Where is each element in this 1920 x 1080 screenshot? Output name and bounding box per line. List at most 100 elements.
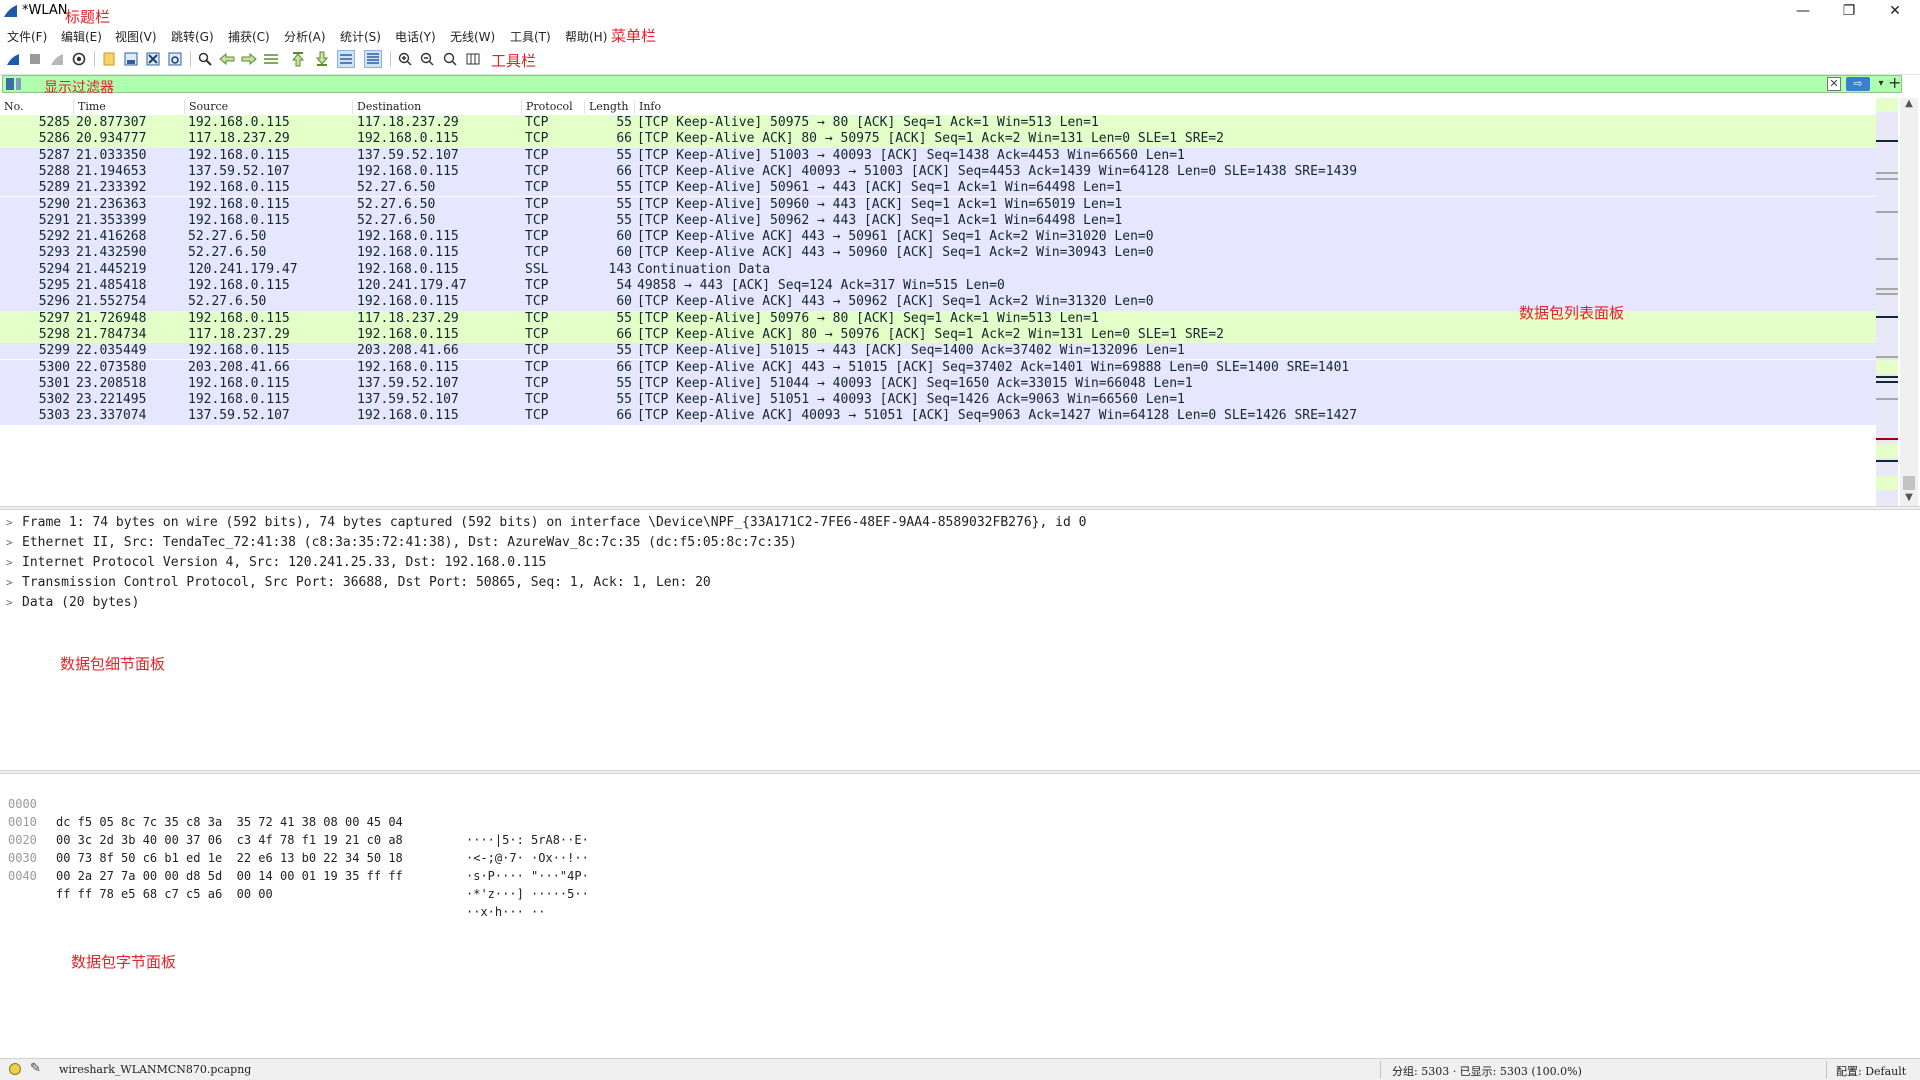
filter-history-dropdown[interactable]: ▾ [1873, 77, 1889, 91]
packet-row[interactable]: 5300 22.073580 203.208.41.66 192.168.0.115 T… [0, 359, 1876, 376]
packet-row[interactable]: 5302 23.221495 192.168.0.115 137.59.52.107 T… [0, 392, 1876, 409]
colorize-icon[interactable] [364, 50, 382, 68]
hex-bytes[interactable]: ff ff 78 e5 68 c7 c5 a6 00 00 [56, 885, 273, 903]
packet-row[interactable]: 5292 21.416268 52.27.6.50 192.168.0.115 TCP 6… [0, 229, 1876, 246]
menu-help[interactable]: 帮助(H) [565, 28, 607, 45]
zoom-out-icon[interactable] [418, 50, 436, 68]
menu-file[interactable]: 文件(F) [7, 28, 47, 45]
save-file-icon[interactable] [122, 50, 140, 68]
hex-dump-row[interactable]: 0000 dc f5 05 8c 7c 35 c8 3a 35 72 41 38… [8, 777, 589, 847]
hex-bytes[interactable]: 00 73 8f 50 c6 b1 ed 1e 22 e6 13 b0 22 3… [56, 849, 403, 867]
detail-tree-item[interactable]: > Ethernet II, Src: TendaTec_72:41:38 (c8… [6, 533, 797, 553]
resize-columns-icon[interactable] [464, 50, 482, 68]
packet-row[interactable]: 5288 21.194653 137.59.52.107 192.168.0.115 T… [0, 163, 1876, 181]
packet-row[interactable]: 5294 21.445219 120.241.179.47 192.168.0.115… [0, 261, 1876, 278]
reload-file-icon[interactable] [166, 50, 184, 68]
hex-dump-row[interactable]: 0030 00 2a 27 7a 00 00 d8 5d 00 14 00 01… [8, 831, 589, 901]
expand-chevron-icon[interactable]: > [6, 593, 22, 613]
expert-info-icon[interactable] [9, 1063, 21, 1075]
column-header-info[interactable]: Info [634, 100, 1874, 114]
menu-tools[interactable]: 工具(T) [510, 28, 551, 45]
menu-wireless[interactable]: 无线(W) [450, 28, 495, 45]
maximize-button[interactable]: ❐ [1826, 0, 1872, 24]
scroll-down-icon[interactable]: ▼ [1900, 492, 1918, 506]
clear-filter-icon[interactable]: ✕ [1827, 77, 1841, 91]
pane-splitter[interactable] [0, 770, 1920, 774]
add-filter-button[interactable]: + [1888, 73, 1901, 92]
pane-splitter[interactable] [0, 506, 1920, 510]
ascii-bytes[interactable]: ··x·h··· ·· [466, 903, 545, 921]
packet-list-scrollbar[interactable]: ▲ ▼ [1900, 98, 1918, 506]
expand-chevron-icon[interactable]: > [6, 513, 22, 533]
open-file-icon[interactable] [100, 50, 118, 68]
go-to-packet-icon[interactable] [262, 50, 280, 68]
packet-row[interactable]: 5293 21.432590 52.27.6.50 192.168.0.115 TCP 6… [0, 245, 1876, 262]
packet-no: 5301 [38, 375, 70, 391]
packet-row[interactable]: 5298 21.784734 117.18.237.29 192.168.0.115 T… [0, 326, 1876, 344]
packet-row[interactable]: 5301 23.208518 192.168.0.115 137.59.52.107 T… [0, 375, 1876, 393]
detail-tree-item[interactable]: > Internet Protocol Version 4, Src: 120.2… [6, 553, 546, 573]
find-packet-icon[interactable] [196, 50, 214, 68]
zoom-in-icon[interactable] [396, 50, 414, 68]
go-forward-icon[interactable] [240, 50, 258, 68]
column-header-length[interactable]: Length [584, 100, 634, 114]
minimize-button[interactable]: — [1780, 0, 1826, 24]
packet-row[interactable]: 5286 20.934777 117.18.237.29 192.168.0.115 T… [0, 131, 1876, 148]
zoom-normal-icon[interactable] [441, 50, 459, 68]
ascii-bytes[interactable]: ·*'z···] ·····5·· [466, 885, 589, 903]
scroll-thumb[interactable] [1903, 476, 1915, 490]
packet-minimap[interactable] [1876, 98, 1898, 506]
ascii-bytes[interactable]: ·s·P···· "···"4P· [466, 867, 589, 885]
column-header-protocol[interactable]: Protocol [521, 100, 584, 114]
expand-chevron-icon[interactable]: > [6, 553, 22, 573]
shark-fin-start-icon[interactable] [4, 50, 22, 68]
auto-scroll-icon[interactable] [337, 50, 355, 68]
status-profile[interactable]: 配置: Default [1836, 1063, 1906, 1079]
expand-chevron-icon[interactable]: > [6, 533, 22, 553]
stop-capture-icon[interactable] [26, 50, 44, 68]
packet-protocol: TCP [525, 196, 549, 212]
packet-row[interactable]: 5303 23.337074 137.59.52.107 192.168.0.115 T… [0, 408, 1876, 425]
menu-capture[interactable]: 捕获(C) [228, 28, 270, 45]
ascii-bytes[interactable]: ····|5·: 5rA8··E· [466, 831, 589, 849]
close-button[interactable]: ✕ [1872, 0, 1918, 24]
menu-view[interactable]: 视图(V) [115, 28, 157, 45]
restart-capture-icon[interactable] [48, 50, 66, 68]
packet-row[interactable]: 5289 21.233392 192.168.0.115 52.27.6.50 TCP 5… [0, 180, 1876, 197]
packet-row[interactable]: 5295 21.485418 192.168.0.115 120.241.179.47… [0, 278, 1876, 295]
detail-tree-item[interactable]: > Data (20 bytes) [6, 593, 139, 613]
packet-row[interactable]: 5290 21.236363 192.168.0.115 52.27.6.50 TCP 5… [0, 196, 1876, 213]
go-first-icon[interactable] [289, 50, 307, 68]
capture-comment-icon[interactable]: ✎ [30, 1061, 41, 1076]
packet-row[interactable]: 5285 20.877307 192.168.0.115 117.18.237.29 T… [0, 115, 1876, 132]
menu-telephony[interactable]: 电话(Y) [395, 28, 436, 45]
close-file-icon[interactable] [144, 50, 162, 68]
packet-row[interactable]: 5287 21.033350 192.168.0.115 137.59.52.107 T… [0, 147, 1876, 164]
filter-bookmark-icon[interactable] [6, 78, 14, 90]
hex-bytes[interactable]: 00 3c 2d 3b 40 00 37 06 c3 4f 78 f1 19 2… [56, 831, 403, 849]
column-header-no[interactable]: No. [0, 100, 70, 114]
menu-edit[interactable]: 编辑(E) [61, 28, 102, 45]
go-back-icon[interactable] [218, 50, 236, 68]
menu-go[interactable]: 跳转(G) [171, 28, 214, 45]
capture-options-icon[interactable] [70, 50, 88, 68]
menu-statistics[interactable]: 统计(S) [340, 28, 381, 45]
ascii-bytes[interactable]: ·<-;@·7· ·Ox··!·· [466, 849, 589, 867]
packet-row[interactable]: 5291 21.353399 192.168.0.115 52.27.6.50 TCP 5… [0, 212, 1876, 230]
apply-filter-icon[interactable]: ⇨ [1846, 77, 1870, 91]
hex-bytes[interactable]: 00 2a 27 7a 00 00 d8 5d 00 14 00 01 19 3… [56, 867, 403, 885]
scroll-up-icon[interactable]: ▲ [1900, 98, 1918, 112]
detail-tree-item[interactable]: > Transmission Control Protocol, Src Port… [6, 573, 711, 593]
go-last-icon[interactable] [313, 50, 331, 68]
hex-dump-row[interactable]: 0020 00 73 8f 50 c6 b1 ed 1e 22 e6 13 b0… [8, 813, 589, 883]
hex-dump-row[interactable]: 0010 00 3c 2d 3b 40 00 37 06 c3 4f 78 f1… [8, 795, 589, 865]
packet-row[interactable]: 5299 22.035449 192.168.0.115 203.208.41.66 T… [0, 343, 1876, 360]
detail-tree-item[interactable]: > Frame 1: 74 bytes on wire (592 bits), 7… [6, 513, 1086, 533]
hex-bytes[interactable]: dc f5 05 8c 7c 35 c8 3a 35 72 41 38 08 0… [56, 813, 403, 831]
column-header-time[interactable]: Time [73, 100, 184, 114]
column-header-source[interactable]: Source [184, 100, 352, 114]
column-header-destination[interactable]: Destination [352, 100, 521, 114]
expand-chevron-icon[interactable]: > [6, 573, 22, 593]
hex-dump-row[interactable]: 0040 ff ff 78 e5 68 c7 c5 a6 00 00 ··x·h… [8, 849, 545, 919]
menu-analyze[interactable]: 分析(A) [284, 28, 326, 45]
